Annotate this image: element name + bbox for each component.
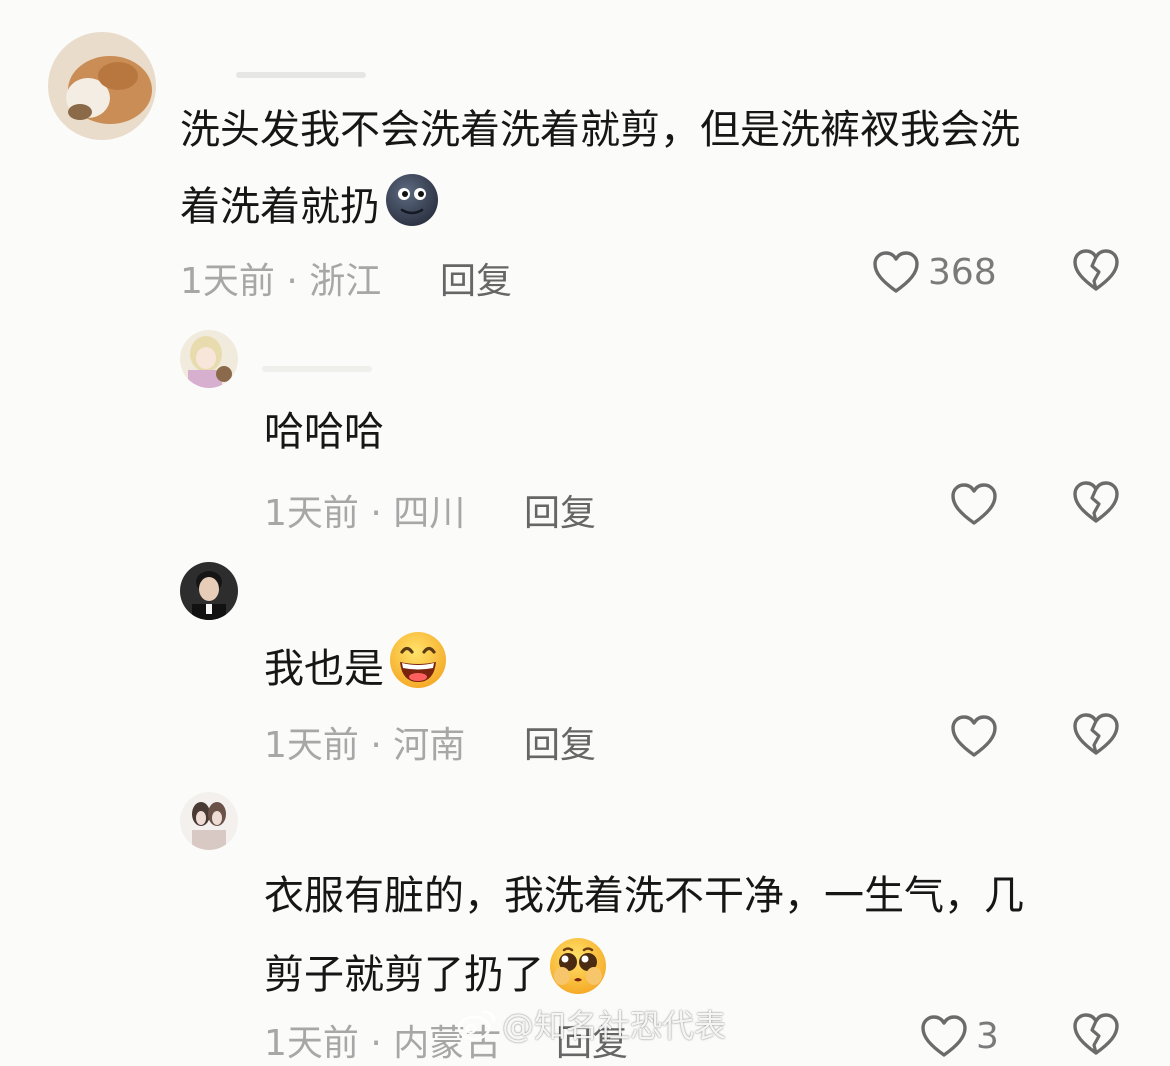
dislike-button[interactable] [1072, 1012, 1124, 1064]
commenter-avatar[interactable] [180, 330, 238, 388]
username-placeholder[interactable] [236, 72, 366, 78]
comment-text-line-2-content: 着洗着就扔 [180, 184, 380, 230]
like-button[interactable]: 3 [920, 1010, 999, 1062]
heart-icon [951, 715, 997, 757]
comment-meta: 1天前 · 河南 [264, 725, 466, 766]
cat-avatar-icon [48, 32, 156, 140]
broken-heart-icon [1073, 1013, 1119, 1055]
like-button[interactable] [950, 710, 998, 762]
reply-button[interactable]: 回复 [524, 716, 596, 768]
dislike-button[interactable] [1072, 248, 1124, 300]
broken-heart-icon [1073, 713, 1119, 755]
commenter-avatar[interactable] [180, 562, 238, 620]
like-button[interactable] [950, 478, 998, 530]
like-button[interactable]: 368 [872, 246, 997, 298]
like-count: 3 [976, 1015, 999, 1057]
commenter-avatar[interactable] [180, 792, 238, 850]
dislike-button[interactable] [1072, 480, 1124, 532]
heart-icon [951, 483, 997, 525]
watermark: @知名社恐代表 [456, 1001, 726, 1047]
dislike-button[interactable] [1072, 712, 1124, 764]
comment-text: 哈哈哈 [264, 409, 384, 455]
like-count: 368 [928, 251, 997, 293]
comment-text-content: 我也是 [264, 646, 384, 692]
anime-girl-avatar-icon [180, 330, 238, 388]
comment-meta: 1天前 · 四川 [264, 493, 466, 534]
weibo-logo-icon [457, 1010, 496, 1041]
comment-text: 我也是 [264, 630, 448, 711]
broken-heart-icon [1073, 481, 1119, 523]
comment-text-line-2-content: 剪子就剪了扔了 [264, 952, 544, 998]
comment-text-line-2: 着洗着就扔 [180, 172, 440, 249]
comment-meta: 1天前 · 浙江 [180, 261, 382, 302]
heart-icon [921, 1015, 967, 1057]
heart-icon [873, 251, 919, 293]
broken-heart-icon [1073, 249, 1119, 291]
reply-button[interactable]: 回复 [524, 484, 596, 536]
new-moon-face-emoji-icon [384, 172, 440, 249]
comment-text-line-1: 衣服有脏的，我洗着洗不干净，一生气，几 [264, 873, 1024, 919]
username-placeholder[interactable] [262, 366, 372, 372]
comment-text-line-1: 洗头发我不会洗着洗着就剪，但是洗裤衩我会洗 [180, 107, 1020, 153]
sketch-figures-avatar-icon [180, 792, 238, 850]
reply-button[interactable]: 回复 [440, 252, 512, 304]
grinning-face-emoji-icon [388, 630, 448, 711]
watermark-text: @知名社恐代表 [502, 1007, 727, 1045]
man-portrait-avatar-icon [180, 562, 238, 620]
commenter-avatar[interactable] [48, 32, 156, 140]
